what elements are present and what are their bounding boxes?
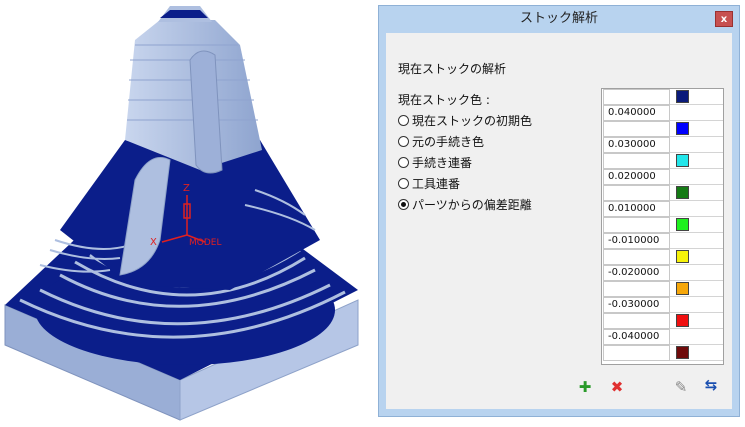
radio-circle-icon[interactable] <box>398 136 409 147</box>
radio-circle-icon[interactable] <box>398 115 409 126</box>
deviation-value-cell[interactable] <box>603 281 670 297</box>
add-row-button[interactable]: ✚ <box>576 378 594 396</box>
deviation-value-cell[interactable]: -0.040000 <box>603 329 670 345</box>
color-cell[interactable] <box>670 105 723 121</box>
table-row[interactable]: 0.030000 <box>602 137 723 153</box>
color-cell[interactable] <box>670 169 723 185</box>
table-row[interactable] <box>602 313 723 329</box>
close-button[interactable]: x <box>715 11 733 27</box>
radio-label: 現在ストックの初期色 <box>412 114 533 128</box>
deviation-value-cell[interactable]: -0.020000 <box>603 265 670 281</box>
table-row[interactable] <box>602 249 723 265</box>
stock-3d-viewport[interactable]: Z X MODEL <box>0 0 372 423</box>
dialog-title: ストック解析 <box>519 11 598 26</box>
dialog-client-area: 現在ストックの解析 現在ストック色 : 現在ストックの初期色 元の手続き色 手続… <box>386 33 732 409</box>
table-row[interactable] <box>602 185 723 201</box>
radio-circle-selected-icon[interactable] <box>398 199 409 210</box>
deviation-value-cell[interactable] <box>603 89 670 105</box>
table-row[interactable]: 0.020000 <box>602 169 723 185</box>
radio-procedure-sequence[interactable]: 手続き連番 <box>398 155 472 171</box>
radio-original-procedure-color[interactable]: 元の手続き色 <box>398 134 484 150</box>
stock-color-label: 現在ストック色 : <box>398 93 490 107</box>
delete-row-button[interactable]: ✖ <box>608 378 626 396</box>
table-row[interactable] <box>602 281 723 297</box>
radio-label: 手続き連番 <box>412 156 473 170</box>
deviation-value-cell[interactable]: 0.020000 <box>603 169 670 185</box>
radio-label: 工具連番 <box>412 177 461 191</box>
radio-deviation-from-part[interactable]: パーツからの偏差距離 <box>398 197 532 213</box>
table-row[interactable]: -0.040000 <box>602 329 723 345</box>
deviation-value-cell[interactable]: 0.030000 <box>603 137 670 153</box>
axis-x-label: X <box>150 237 157 248</box>
color-swatch[interactable] <box>676 122 689 135</box>
delete-x-icon: ✖ <box>610 378 624 396</box>
apply-icon: ✎ <box>674 378 688 396</box>
deviation-value-cell[interactable] <box>603 249 670 265</box>
table-row[interactable]: 0.010000 <box>602 201 723 217</box>
table-row[interactable]: -0.030000 <box>602 297 723 313</box>
deviation-value-cell[interactable] <box>603 345 670 361</box>
color-swatch[interactable] <box>676 90 689 103</box>
deviation-value-cell[interactable]: -0.030000 <box>603 297 670 313</box>
radio-label: パーツからの偏差距離 <box>412 198 532 212</box>
table-row[interactable]: -0.020000 <box>602 265 723 281</box>
table-row[interactable] <box>602 217 723 233</box>
radio-circle-icon[interactable] <box>398 178 409 189</box>
color-cell[interactable] <box>670 137 723 153</box>
color-swatch[interactable] <box>676 346 689 359</box>
stock-analysis-dialog: ストック解析 x 現在ストックの解析 現在ストック色 : 現在ストックの初期色 … <box>378 5 740 417</box>
color-swatch[interactable] <box>676 314 689 327</box>
color-swatch[interactable] <box>676 186 689 199</box>
color-cell[interactable] <box>670 329 723 345</box>
apply-button[interactable]: ✎ <box>672 378 690 396</box>
swap-button[interactable]: ⇆ <box>702 376 720 394</box>
color-swatch[interactable] <box>676 250 689 263</box>
deviation-value-cell[interactable]: 0.040000 <box>603 105 670 121</box>
color-swatch[interactable] <box>676 282 689 295</box>
radio-label: 元の手続き色 <box>412 135 485 149</box>
color-cell[interactable] <box>670 233 723 249</box>
color-swatch[interactable] <box>676 218 689 231</box>
deviation-value-cell[interactable]: 0.010000 <box>603 201 670 217</box>
deviation-value-cell[interactable] <box>603 185 670 201</box>
radio-tool-sequence[interactable]: 工具連番 <box>398 176 460 192</box>
deviation-value-cell[interactable]: -0.010000 <box>603 233 670 249</box>
color-swatch[interactable] <box>676 154 689 167</box>
color-cell[interactable] <box>670 265 723 281</box>
deviation-value-cell[interactable] <box>603 313 670 329</box>
deviation-value-cell[interactable] <box>603 153 670 169</box>
color-cell[interactable] <box>670 297 723 313</box>
deviation-value-cell[interactable] <box>603 121 670 137</box>
model-axis-label: MODEL <box>189 238 221 248</box>
swap-icon: ⇆ <box>704 376 718 394</box>
axis-z-label: Z <box>183 183 190 194</box>
stock-model-render: Z X MODEL <box>4 6 359 421</box>
deviation-value-cell[interactable] <box>603 217 670 233</box>
dialog-titlebar[interactable]: ストック解析 <box>379 6 739 32</box>
plus-icon: ✚ <box>578 378 592 396</box>
color-cell[interactable] <box>670 201 723 217</box>
table-row[interactable] <box>602 153 723 169</box>
table-row[interactable] <box>602 121 723 137</box>
table-row[interactable]: 0.040000 <box>602 105 723 121</box>
radio-circle-icon[interactable] <box>398 157 409 168</box>
table-row[interactable]: -0.010000 <box>602 233 723 249</box>
section-title: 現在ストックの解析 <box>398 62 507 76</box>
deviation-color-table[interactable]: 0.040000 0.030000 0.020000 0.010000 -0.01000… <box>601 88 724 365</box>
table-row[interactable] <box>602 89 723 105</box>
table-row[interactable] <box>602 345 723 361</box>
radio-initial-stock-color[interactable]: 現在ストックの初期色 <box>398 113 532 129</box>
